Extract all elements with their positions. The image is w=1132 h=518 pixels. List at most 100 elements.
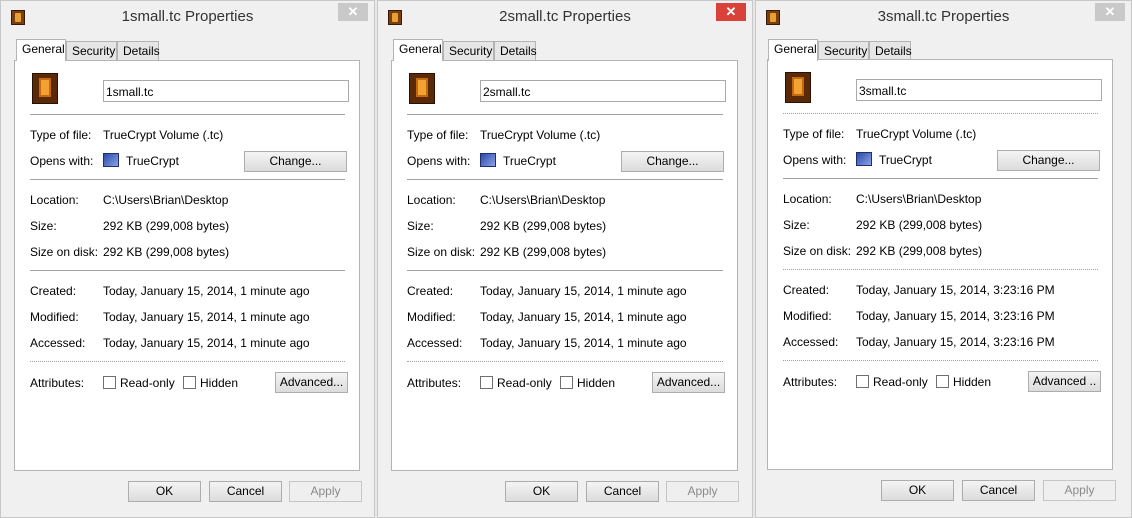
readonly-checkbox[interactable] [103, 376, 116, 389]
close-icon[interactable]: ✕ [716, 3, 746, 21]
attributes-label: Attributes: [30, 376, 85, 390]
title-bar[interactable]: 2small.tc Properties ✕ [378, 1, 752, 35]
close-icon[interactable]: ✕ [338, 3, 368, 21]
advanced-button[interactable]: Advanced... [652, 372, 725, 393]
tab-general[interactable]: General [393, 39, 443, 61]
modified-value: Today, January 15, 2014, 1 minute ago [103, 310, 310, 324]
separator [30, 179, 345, 180]
readonly-label[interactable]: Read-only [873, 375, 928, 389]
opens-with-label: Opens with: [407, 154, 471, 168]
cancel-button[interactable]: Cancel [962, 480, 1035, 501]
readonly-checkbox[interactable] [480, 376, 493, 389]
created-value: Today, January 15, 2014, 1 minute ago [103, 284, 310, 298]
hidden-label[interactable]: Hidden [200, 376, 238, 390]
accessed-label: Accessed: [407, 336, 463, 350]
change-button[interactable]: Change... [621, 151, 724, 172]
readonly-checkbox[interactable] [856, 375, 869, 388]
close-icon[interactable]: ✕ [1095, 3, 1125, 21]
size-on-disk-value: 292 KB (299,008 bytes) [480, 245, 607, 259]
ok-button[interactable]: OK [881, 480, 954, 501]
window-title: 3small.tc Properties [877, 8, 1010, 25]
created-label: Created: [30, 284, 77, 298]
size-value: 292 KB (299,008 bytes) [103, 219, 230, 233]
type-label: Type of file: [30, 128, 92, 142]
tab-details[interactable]: Details [869, 41, 912, 60]
advanced-button[interactable]: Advanced .. [1028, 371, 1101, 392]
tab-security[interactable]: Security [66, 41, 117, 60]
window-title: 2small.tc Properties [499, 8, 631, 25]
change-button[interactable]: Change... [997, 150, 1100, 171]
apply-button[interactable]: Apply [666, 481, 739, 502]
separator [783, 360, 1098, 362]
hidden-label[interactable]: Hidden [953, 375, 991, 389]
title-bar[interactable]: 1small.tc Properties ✕ [1, 1, 374, 35]
readonly-label[interactable]: Read-only [497, 376, 552, 390]
tab-general[interactable]: General [768, 39, 818, 61]
file-name-field[interactable]: 2small.tc [480, 80, 726, 102]
title-bar[interactable]: 3small.tc Properties ✕ [756, 1, 1131, 35]
separator [407, 179, 723, 180]
truecrypt-volume-icon [32, 73, 58, 104]
tab-details[interactable]: Details [494, 41, 537, 60]
size-label: Size: [783, 218, 810, 232]
tab-security[interactable]: Security [818, 41, 869, 60]
advanced-button[interactable]: Advanced... [275, 372, 348, 393]
location-label: Location: [407, 193, 456, 207]
attributes-label: Attributes: [407, 376, 462, 390]
size-label: Size: [407, 219, 434, 233]
opens-with-value: TrueCrypt [126, 154, 179, 168]
separator [783, 269, 1098, 271]
hidden-label[interactable]: Hidden [577, 376, 615, 390]
truecrypt-app-icon [856, 152, 872, 166]
window-title: 1small.tc Properties [121, 8, 254, 25]
modified-label: Modified: [30, 310, 79, 324]
general-panel: 1small.tc Type of file: TrueCrypt Volume… [14, 60, 360, 471]
location-label: Location: [30, 193, 79, 207]
modified-label: Modified: [783, 309, 832, 323]
accessed-value: Today, January 15, 2014, 1 minute ago [480, 336, 687, 350]
opens-with-value: TrueCrypt [879, 153, 932, 167]
location-value: C:\Users\Brian\Desktop [856, 192, 982, 206]
location-value: C:\Users\Brian\Desktop [103, 193, 229, 207]
properties-dialog-2small: 2small.tc Properties ✕ General Security … [377, 0, 753, 518]
opens-with-label: Opens with: [30, 154, 94, 168]
type-label: Type of file: [783, 127, 845, 141]
hidden-checkbox[interactable] [183, 376, 196, 389]
accessed-label: Accessed: [783, 335, 839, 349]
size-on-disk-label: Size on disk: [30, 245, 99, 259]
type-value: TrueCrypt Volume (.tc) [103, 128, 224, 142]
apply-button[interactable]: Apply [289, 481, 362, 502]
created-value: Today, January 15, 2014, 1 minute ago [480, 284, 687, 298]
change-button[interactable]: Change... [244, 151, 347, 172]
tab-security[interactable]: Security [443, 41, 494, 60]
hidden-checkbox[interactable] [936, 375, 949, 388]
cancel-button[interactable]: Cancel [209, 481, 282, 502]
cancel-button[interactable]: Cancel [586, 481, 659, 502]
size-on-disk-label: Size on disk: [407, 245, 476, 259]
file-name-field[interactable]: 1small.tc [103, 80, 349, 102]
created-label: Created: [783, 283, 830, 297]
ok-button[interactable]: OK [505, 481, 578, 502]
truecrypt-volume-icon [409, 73, 435, 104]
truecrypt-volume-icon [766, 10, 780, 25]
created-label: Created: [407, 284, 454, 298]
attributes-label: Attributes: [783, 375, 838, 389]
tab-general[interactable]: General [16, 39, 66, 61]
tab-details[interactable]: Details [117, 41, 160, 60]
modified-label: Modified: [407, 310, 456, 324]
accessed-label: Accessed: [30, 336, 86, 350]
opens-with-label: Opens with: [783, 153, 847, 167]
location-value: C:\Users\Brian\Desktop [480, 193, 606, 207]
size-on-disk-label: Size on disk: [783, 244, 852, 258]
opens-with-value: TrueCrypt [503, 154, 556, 168]
separator [783, 113, 1098, 115]
apply-button[interactable]: Apply [1043, 480, 1116, 501]
size-on-disk-value: 292 KB (299,008 bytes) [103, 245, 230, 259]
file-name-field[interactable]: 3small.tc [856, 79, 1102, 101]
separator [407, 114, 723, 115]
ok-button[interactable]: OK [128, 481, 201, 502]
hidden-checkbox[interactable] [560, 376, 573, 389]
type-label: Type of file: [407, 128, 469, 142]
readonly-label[interactable]: Read-only [120, 376, 175, 390]
truecrypt-volume-icon [785, 72, 811, 103]
